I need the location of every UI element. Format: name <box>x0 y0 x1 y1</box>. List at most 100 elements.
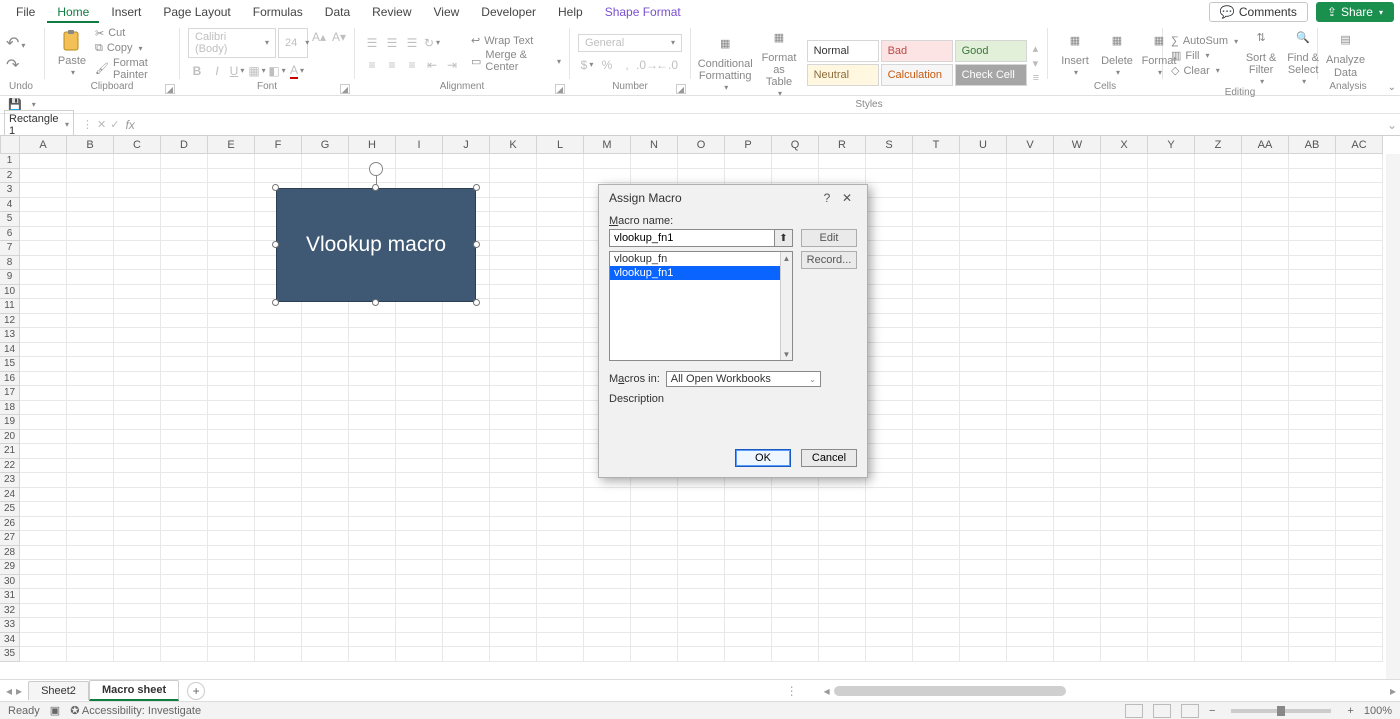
cell[interactable] <box>960 212 1007 227</box>
row-header[interactable]: 3 <box>0 183 20 198</box>
row-header[interactable]: 24 <box>0 488 20 503</box>
resize-handle-tl[interactable] <box>272 184 279 191</box>
cell[interactable] <box>67 560 114 575</box>
cell[interactable] <box>631 589 678 604</box>
cell[interactable] <box>114 589 161 604</box>
cell[interactable] <box>1007 169 1054 184</box>
cell[interactable] <box>913 401 960 416</box>
cell[interactable] <box>255 169 302 184</box>
tab-developer[interactable]: Developer <box>471 1 546 23</box>
cell[interactable] <box>1054 531 1101 546</box>
cell[interactable] <box>1242 430 1289 445</box>
cell[interactable] <box>114 227 161 242</box>
cell[interactable] <box>913 589 960 604</box>
sheet-tab-macro-sheet[interactable]: Macro sheet <box>89 680 179 701</box>
cell[interactable] <box>772 604 819 619</box>
cell[interactable] <box>490 560 537 575</box>
cell[interactable] <box>1054 198 1101 213</box>
cell[interactable] <box>490 546 537 561</box>
cell[interactable] <box>349 647 396 662</box>
cell[interactable] <box>396 517 443 532</box>
cell[interactable] <box>1101 488 1148 503</box>
cell[interactable] <box>678 575 725 590</box>
resize-handle-tm[interactable] <box>372 184 379 191</box>
cell[interactable] <box>208 270 255 285</box>
cell[interactable] <box>443 473 490 488</box>
cell[interactable] <box>960 647 1007 662</box>
cell[interactable] <box>960 357 1007 372</box>
cell[interactable] <box>1336 473 1383 488</box>
row-header[interactable]: 8 <box>0 256 20 271</box>
cell[interactable] <box>1242 401 1289 416</box>
select-all-corner[interactable] <box>0 136 20 154</box>
cell[interactable] <box>678 589 725 604</box>
cell[interactable] <box>1195 343 1242 358</box>
cell[interactable] <box>255 401 302 416</box>
cell[interactable] <box>443 560 490 575</box>
cell[interactable] <box>1101 589 1148 604</box>
cell[interactable] <box>537 531 584 546</box>
cell[interactable] <box>1195 604 1242 619</box>
cell[interactable] <box>913 299 960 314</box>
cell[interactable] <box>490 241 537 256</box>
cell[interactable] <box>631 618 678 633</box>
cell[interactable] <box>67 343 114 358</box>
cell[interactable] <box>960 473 1007 488</box>
cell[interactable] <box>537 430 584 445</box>
find-select-button[interactable]: 🔍Find & Select▾ <box>1284 26 1322 87</box>
cell[interactable] <box>396 604 443 619</box>
cell[interactable] <box>443 386 490 401</box>
cell[interactable] <box>443 343 490 358</box>
cell[interactable] <box>1242 488 1289 503</box>
cell[interactable] <box>396 647 443 662</box>
zoom-in-button[interactable]: + <box>1347 705 1353 717</box>
cell[interactable] <box>20 444 67 459</box>
cell[interactable] <box>396 357 443 372</box>
cell[interactable] <box>819 589 866 604</box>
undo-button[interactable]: ↶▾ <box>6 33 25 53</box>
cell[interactable] <box>772 633 819 648</box>
new-sheet-button[interactable]: + <box>187 682 205 700</box>
cell[interactable] <box>913 328 960 343</box>
cell[interactable] <box>161 343 208 358</box>
cell[interactable] <box>396 430 443 445</box>
cell[interactable] <box>537 517 584 532</box>
cell[interactable] <box>1289 227 1336 242</box>
align-middle-button[interactable]: ☰ <box>383 34 401 52</box>
tab-home[interactable]: Home <box>47 1 99 23</box>
resize-handle-bl[interactable] <box>272 299 279 306</box>
cell[interactable] <box>913 270 960 285</box>
cell[interactable] <box>396 633 443 648</box>
cell[interactable] <box>302 430 349 445</box>
cell[interactable] <box>1148 386 1195 401</box>
cell[interactable] <box>866 386 913 401</box>
cell[interactable] <box>20 488 67 503</box>
cell[interactable] <box>1289 154 1336 169</box>
cell[interactable] <box>631 633 678 648</box>
cell[interactable] <box>114 285 161 300</box>
cell[interactable] <box>114 575 161 590</box>
cell[interactable] <box>913 473 960 488</box>
cell[interactable] <box>1195 386 1242 401</box>
autosum-button[interactable]: ∑AutoSum▾ <box>1171 35 1238 47</box>
cell[interactable] <box>866 560 913 575</box>
cell[interactable] <box>20 386 67 401</box>
cell[interactable] <box>1148 444 1195 459</box>
row-header[interactable]: 34 <box>0 633 20 648</box>
cell[interactable] <box>255 444 302 459</box>
cell[interactable] <box>114 647 161 662</box>
cell[interactable] <box>1336 270 1383 285</box>
cell[interactable] <box>913 502 960 517</box>
cell[interactable] <box>1336 154 1383 169</box>
cell[interactable] <box>537 212 584 227</box>
column-header[interactable]: AC <box>1336 136 1383 154</box>
cell[interactable] <box>67 517 114 532</box>
cell[interactable] <box>208 459 255 474</box>
cell[interactable] <box>255 633 302 648</box>
cell[interactable] <box>161 546 208 561</box>
cell[interactable] <box>960 575 1007 590</box>
tab-help[interactable]: Help <box>548 1 593 23</box>
cell[interactable] <box>20 415 67 430</box>
cell[interactable] <box>20 183 67 198</box>
cell[interactable] <box>1242 560 1289 575</box>
